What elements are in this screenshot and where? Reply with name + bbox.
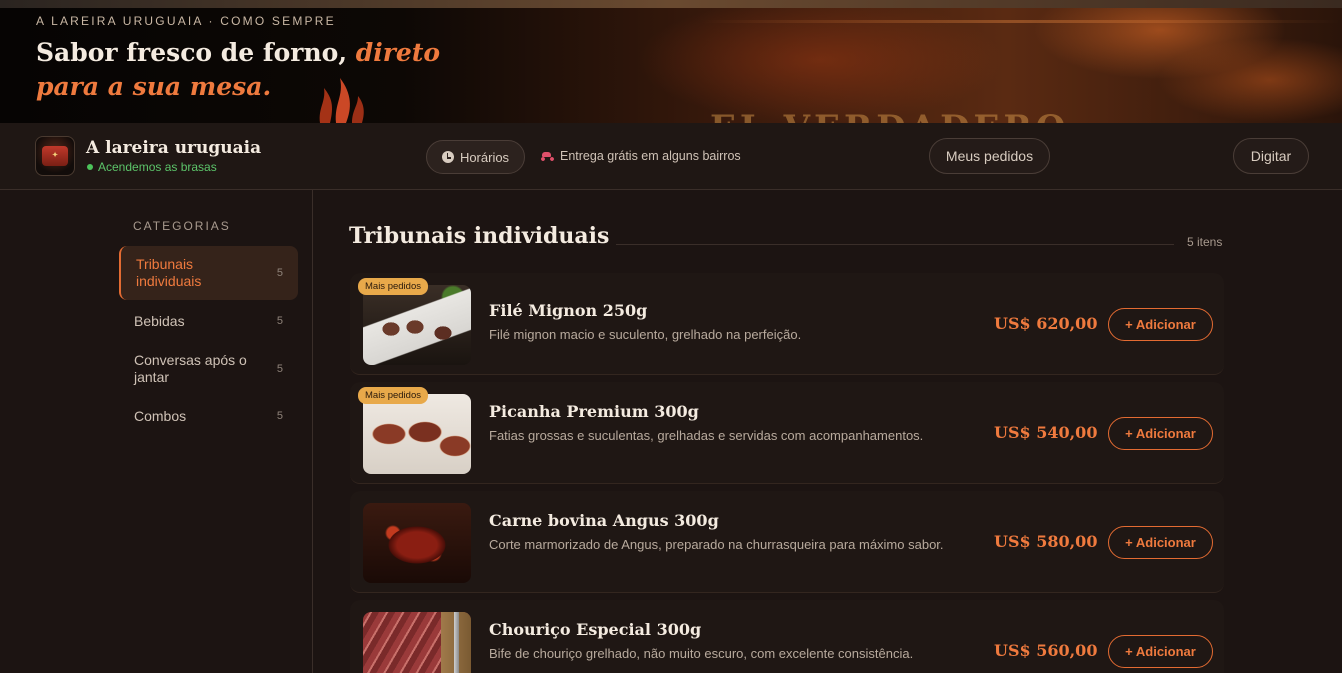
- section-title: Tribunais individuais: [349, 223, 610, 249]
- product-price: US$ 560,00: [994, 641, 1098, 660]
- product-price: US$ 580,00: [994, 532, 1098, 551]
- add-to-cart-button[interactable]: + Adicionar: [1108, 635, 1213, 668]
- sidebar-item-conversas[interactable]: Conversas após o jantar 5: [119, 342, 298, 396]
- top-header: ✦ A lareira uruguaia Acendemos as brasas…: [0, 123, 1342, 190]
- delivery-info: Entrega grátis em alguns bairros: [541, 149, 741, 163]
- product-image[interactable]: [363, 503, 471, 583]
- product-image[interactable]: [363, 394, 471, 474]
- logo[interactable]: ✦: [35, 136, 75, 176]
- categories-title: CATEGORIAS: [133, 219, 231, 233]
- product-card[interactable]: Mais pedidos Filé Mignon 250g Filé migno…: [350, 273, 1224, 375]
- popular-badge: Mais pedidos: [358, 387, 428, 404]
- hours-button[interactable]: Horários: [426, 140, 525, 174]
- add-to-cart-button[interactable]: + Adicionar: [1108, 308, 1213, 341]
- product-name: Picanha Premium 300g: [489, 402, 699, 421]
- product-name: Carne bovina Angus 300g: [489, 511, 719, 530]
- flame-icon: [319, 78, 364, 123]
- clock-icon: [441, 151, 454, 163]
- hero-headline: Sabor fresco de forno, direto para a sua…: [36, 36, 456, 104]
- product-image[interactable]: [363, 612, 471, 673]
- open-status: Acendemos as brasas: [87, 160, 217, 174]
- product-description: Fatias grossas e suculentas, grelhadas e…: [489, 428, 924, 443]
- my-orders-button[interactable]: Meus pedidos: [929, 138, 1050, 174]
- logo-emblem: ✦: [42, 146, 68, 166]
- menu-content: Tribunais individuais 5 itens Mais pedid…: [313, 190, 1342, 673]
- product-image[interactable]: [363, 285, 471, 365]
- add-to-cart-button[interactable]: + Adicionar: [1108, 417, 1213, 450]
- sidebar-item-count: 5: [276, 363, 283, 375]
- hero-light-streak: [700, 20, 1340, 23]
- hours-label: Horários: [459, 149, 510, 165]
- sidebar-item-label: Conversas após o jantar: [134, 352, 247, 385]
- sidebar-item-label: Tribunais individuais: [136, 256, 202, 289]
- scooter-icon: [541, 151, 554, 161]
- brand-name: A lareira uruguaia: [86, 138, 262, 158]
- product-card[interactable]: Carne bovina Angus 300g Corte marmorizad…: [350, 491, 1224, 593]
- status-dot-icon: [87, 164, 93, 170]
- section-item-count: 5 itens: [1187, 235, 1223, 249]
- product-card[interactable]: Mais pedidos Picanha Premium 300g Fatias…: [350, 382, 1224, 484]
- open-status-label: Acendemos as brasas: [98, 160, 217, 174]
- product-card[interactable]: Chouriço Especial 300g Bife de chouriço …: [350, 600, 1224, 673]
- sidebar-item-tribunais-individuais[interactable]: Tribunais individuais 5: [119, 246, 298, 300]
- category-sidebar: CATEGORIAS Tribunais individuais 5 Bebid…: [0, 190, 313, 673]
- hero-headline-plain: Sabor fresco de forno,: [36, 38, 348, 67]
- section-divider: [616, 244, 1174, 245]
- sidebar-item-count: 5: [276, 267, 283, 279]
- product-name: Filé Mignon 250g: [489, 301, 648, 320]
- hero-top-border: [0, 0, 1342, 8]
- login-button[interactable]: Digitar: [1233, 138, 1309, 174]
- sidebar-item-count: 5: [276, 410, 283, 422]
- sidebar-item-label: Bebidas: [134, 312, 185, 329]
- product-description: Filé mignon macio e suculento, grelhado …: [489, 327, 802, 342]
- sidebar-item-bebidas[interactable]: Bebidas 5: [119, 303, 298, 339]
- product-name: Chouriço Especial 300g: [489, 620, 702, 639]
- sidebar-item-combos[interactable]: Combos 5: [119, 398, 298, 434]
- delivery-text: Entrega grátis em alguns bairros: [560, 149, 741, 163]
- product-description: Bife de chouriço grelhado, não muito esc…: [489, 646, 914, 661]
- hero-kicker: A LAREIRA URUGUAIA · COMO SEMPRE: [36, 14, 336, 28]
- product-price: US$ 620,00: [994, 314, 1098, 333]
- sidebar-item-count: 5: [276, 315, 283, 327]
- popular-badge: Mais pedidos: [358, 278, 428, 295]
- product-description: Corte marmorizado de Angus, preparado na…: [489, 537, 944, 552]
- hero-banner: A LAREIRA URUGUAIA · COMO SEMPRE Sabor f…: [0, 0, 1342, 123]
- product-price: US$ 540,00: [994, 423, 1098, 442]
- knife: [454, 612, 459, 673]
- hero-background-text: EL VERDADERO: [710, 108, 1069, 123]
- sidebar-item-label: Combos: [134, 407, 187, 424]
- add-to-cart-button[interactable]: + Adicionar: [1108, 526, 1213, 559]
